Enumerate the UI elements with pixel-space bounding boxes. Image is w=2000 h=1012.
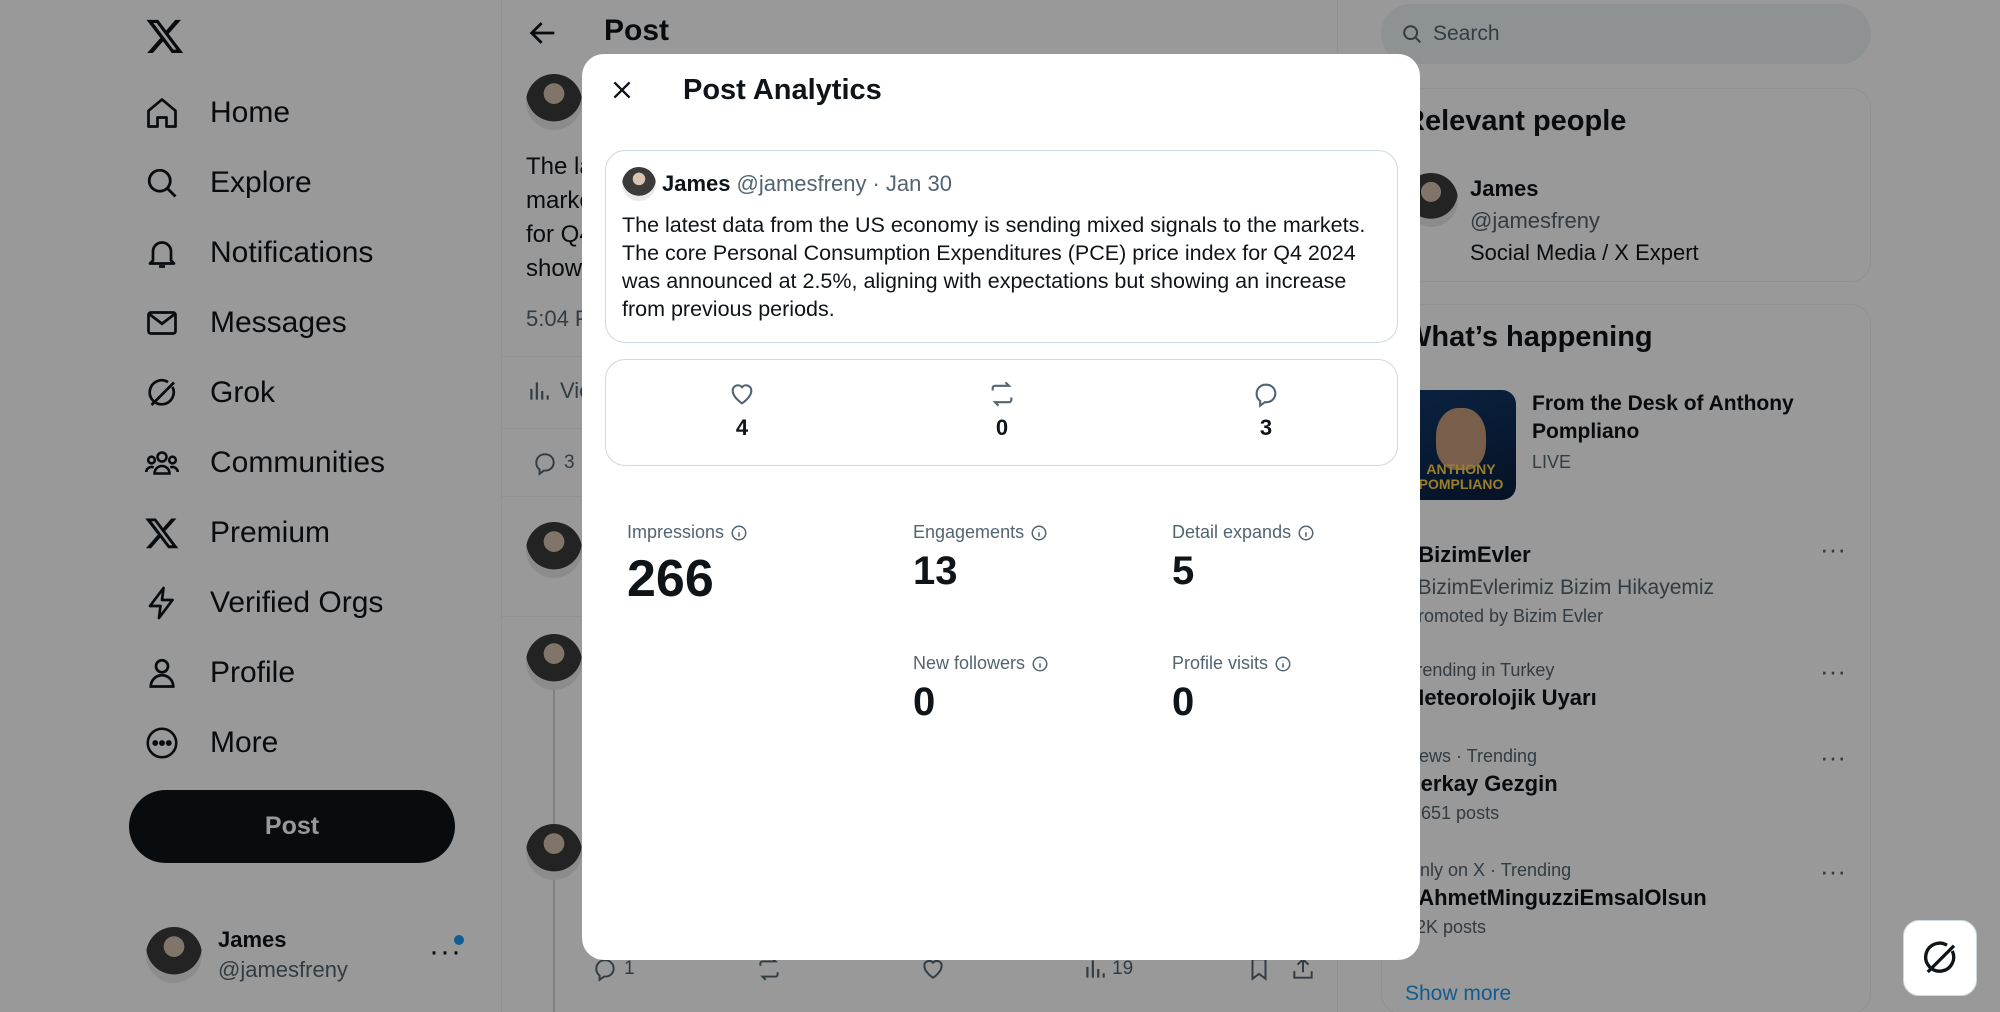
profile-visits-metric: Profile visits 0 [1172,653,1292,725]
close-button[interactable] [602,70,642,110]
likes-count: 4 [735,415,749,440]
new-followers-label: New followers [913,653,1026,673]
replies-stat: 3 [1226,380,1306,441]
info-icon[interactable] [1031,655,1049,673]
replies-count: 3 [1259,415,1273,440]
grok-icon [1924,941,1956,974]
avatar [622,167,656,201]
new-followers-metric: New followers 0 [913,653,1049,725]
profile-visits-label: Profile visits [1172,653,1269,673]
profile-visits-value: 0 [1172,680,1195,724]
engagement-stats: 4 0 3 [605,359,1398,466]
impressions-label: Impressions [627,522,725,542]
reposts-count: 0 [995,415,1009,440]
impressions-value: 266 [627,550,714,608]
heart-icon [731,384,753,405]
close-icon [613,81,631,99]
quote-author-handle: @jamesfreny [736,171,867,196]
new-followers-value: 0 [913,680,936,724]
quote-text: The latest data from the US economy is s… [622,213,1366,321]
detail-expands-label: Detail expands [1172,522,1292,542]
engagements-label: Engagements [913,522,1025,542]
reposts-stat: 0 [962,380,1042,441]
info-icon[interactable] [1274,655,1292,673]
reply-icon [1255,383,1277,408]
post-analytics-modal: Post Analytics James @jamesfreny · Jan 3… [582,54,1420,960]
grok-button[interactable] [1903,920,1977,996]
detail-expands-metric: Detail expands 5 [1172,522,1315,594]
quote-author-name: James [662,171,731,196]
quoted-post[interactable]: James @jamesfreny · Jan 30 The latest da… [605,150,1398,343]
modal-title: Post Analytics [683,74,882,106]
engagements-value: 13 [913,549,958,593]
info-icon[interactable] [1030,524,1048,542]
quote-date: · Jan 30 [872,171,952,196]
detail-expands-value: 5 [1172,549,1195,593]
engagements-metric: Engagements 13 [913,522,1048,594]
repost-icon [991,381,1013,407]
info-icon[interactable] [730,524,748,542]
info-icon[interactable] [1297,524,1315,542]
likes-stat: 4 [702,380,782,441]
impressions-metric: Impressions 266 [627,522,748,609]
